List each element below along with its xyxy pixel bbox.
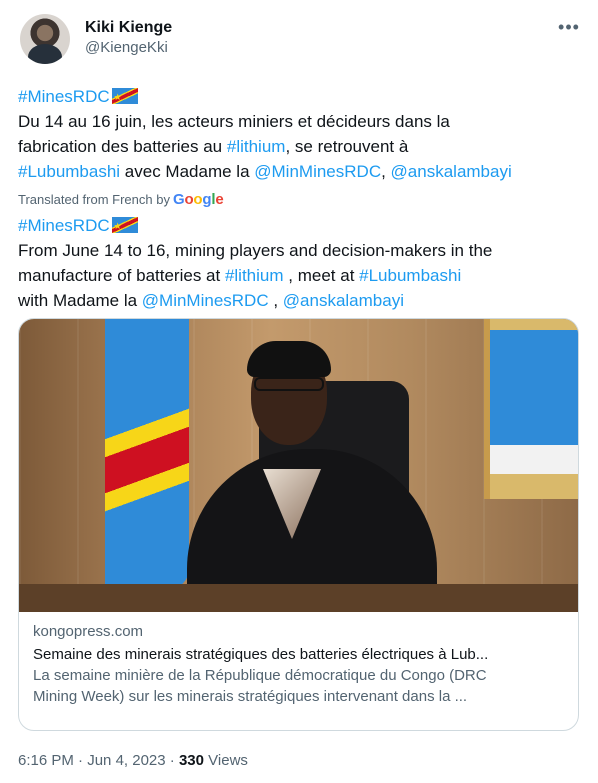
- link-preview-title: Semaine des minerais stratégiques des ba…: [33, 646, 489, 663]
- mention-min-mines-rdc[interactable]: @MinMinesRDC: [254, 162, 381, 181]
- mention-separator: ,: [381, 162, 391, 181]
- tweet-text: #MinesRDC Du 14 au 16 juin, les acteurs …: [18, 84, 580, 184]
- translated-line3a: with Madame la: [18, 291, 142, 310]
- desk-image: [19, 584, 578, 612]
- translated-mention-separator: ,: [268, 291, 283, 310]
- translated-mention-anskalambayi[interactable]: @anskalambayi: [283, 291, 404, 310]
- author-display-name[interactable]: Kiki Kienge: [85, 18, 172, 38]
- tweet-time[interactable]: 6:16 PM: [18, 752, 74, 769]
- author-handle[interactable]: @KiengeKki: [85, 38, 172, 58]
- meta-separator: ·: [165, 752, 179, 769]
- drc-flag-emoji-icon: [111, 85, 138, 110]
- translated-hashtag-lithium[interactable]: #lithium: [225, 266, 284, 285]
- views-count[interactable]: 330: [179, 752, 204, 769]
- tweet-text-line1: Du 14 au 16 juin, les acteurs miniers et…: [18, 112, 450, 131]
- translation-attribution[interactable]: Translated from French by Google: [18, 191, 224, 209]
- author-names: Kiki Kienge @KiengeKki: [85, 18, 172, 58]
- link-preview-domain: kongopress.com: [33, 623, 144, 640]
- drc-flag-emoji-icon: [111, 214, 138, 239]
- tweet-text-line3a: avec Madame la: [120, 162, 255, 181]
- link-preview-body[interactable]: kongopress.com Semaine des minerais stra…: [19, 612, 578, 707]
- glasses-image: [254, 377, 324, 391]
- translated-line1: From June 14 to 16, mining players and d…: [18, 241, 493, 260]
- tweet-text-line2b: , se retrouvent à: [285, 137, 409, 156]
- link-preview-description-line1: La semaine minière de la République démo…: [33, 667, 487, 684]
- hashtag-lubumbashi[interactable]: #Lubumbashi: [18, 162, 120, 181]
- link-preview-card[interactable]: kongopress.com Semaine des minerais stra…: [18, 318, 579, 731]
- more-horizontal-icon[interactable]: •••: [558, 18, 580, 38]
- google-logo: Google: [172, 191, 224, 208]
- link-preview-image[interactable]: [19, 319, 578, 612]
- avatar[interactable]: [20, 14, 70, 64]
- hashtag-mines-rdc[interactable]: #MinesRDC: [18, 87, 110, 106]
- drc-flag-image: [105, 319, 189, 589]
- translated-hashtag-lubumbashi[interactable]: #Lubumbashi: [359, 266, 461, 285]
- translated-mention-min-mines-rdc[interactable]: @MinMinesRDC: [142, 291, 269, 310]
- translated-line2a: manufacture of batteries at: [18, 266, 225, 285]
- portrait-frame-image: [484, 319, 578, 499]
- tweet-meta: 6:16 PM · Jun 4, 2023 · 330 Views: [18, 751, 248, 771]
- tweet-text-line2a: fabrication des batteries au: [18, 137, 227, 156]
- views-label: Views: [204, 752, 248, 769]
- person-hair-image: [247, 341, 331, 377]
- translated-line2b: , meet at: [283, 266, 360, 285]
- translated-tweet-text: #MinesRDC From June 14 to 16, mining pla…: [18, 213, 580, 313]
- link-preview-description-line2: Mining Week) sur les minerais stratégiqu…: [33, 688, 468, 705]
- translated-hashtag-mines-rdc[interactable]: #MinesRDC: [18, 216, 110, 235]
- translated-label: Translated from French by: [18, 192, 170, 207]
- tweet-header: Kiki Kienge @KiengeKki •••: [20, 14, 580, 66]
- tweet-date[interactable]: Jun 4, 2023: [87, 752, 165, 769]
- link-preview-description: La semaine minière de la République démo…: [33, 665, 564, 707]
- meta-separator: ·: [73, 752, 88, 769]
- hashtag-lithium[interactable]: #lithium: [227, 137, 286, 156]
- mention-anskalambayi[interactable]: @anskalambayi: [391, 162, 512, 181]
